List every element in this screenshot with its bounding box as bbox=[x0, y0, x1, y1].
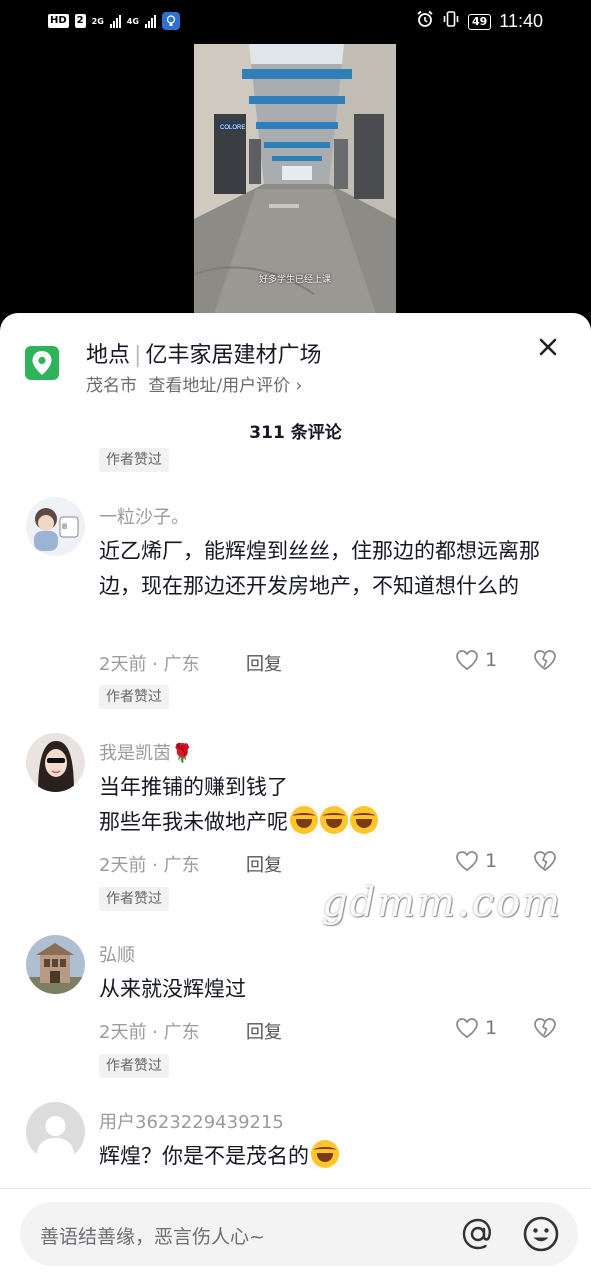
smiley-icon bbox=[523, 1216, 559, 1252]
signal-icon bbox=[144, 14, 156, 28]
comment-meta: 2天前 · 广东 bbox=[99, 1022, 200, 1043]
laughing-crying-emoji-icon bbox=[311, 1140, 339, 1168]
comment-time: 2天前 bbox=[99, 1022, 147, 1043]
comment-text: 当年推铺的赚到钱了 那些年我未做地产呢 bbox=[99, 770, 559, 840]
heart-icon bbox=[456, 1018, 478, 1039]
dislike-button[interactable] bbox=[533, 850, 557, 876]
avatar[interactable]: 圆 bbox=[26, 497, 85, 556]
avatar[interactable] bbox=[26, 935, 85, 994]
comment-input[interactable]: 善语结善缘，恶言伤人心~ bbox=[40, 1222, 265, 1249]
signal-icon bbox=[109, 14, 121, 28]
reply-button[interactable]: 回复 bbox=[246, 1018, 282, 1044]
watermark: gdmm.com bbox=[322, 880, 563, 926]
comment-region: 广东 bbox=[163, 654, 200, 675]
laughing-crying-emoji-icon bbox=[350, 806, 378, 834]
avatar[interactable] bbox=[26, 1102, 85, 1161]
comment-username[interactable]: 一粒沙子。 bbox=[99, 503, 189, 529]
location-title[interactable]: 地点 | 亿丰家居建材广场 bbox=[86, 337, 321, 369]
like-button[interactable]: 1 bbox=[455, 850, 497, 872]
location-pin-icon bbox=[25, 346, 59, 380]
like-count: 1 bbox=[485, 649, 498, 671]
emoji-button[interactable] bbox=[522, 1215, 560, 1257]
like-count: 1 bbox=[485, 850, 498, 872]
close-button[interactable] bbox=[534, 333, 562, 361]
author-liked-badge: 作者赞过 bbox=[99, 685, 169, 709]
comment-region: 广东 bbox=[163, 855, 200, 876]
at-icon bbox=[462, 1218, 491, 1250]
comment-username[interactable]: 我是凯茵🌹 bbox=[99, 739, 193, 765]
comment-username[interactable]: 弘顺 bbox=[99, 941, 135, 967]
comment-input-bar[interactable]: 善语结善缘，恶言伤人心~ bbox=[20, 1202, 578, 1266]
store-sign: COLORE bbox=[220, 125, 245, 131]
comment-text-line: 那些年我未做地产呢 bbox=[99, 805, 559, 840]
location-city: 茂名市 bbox=[86, 376, 137, 396]
dislike-button[interactable] bbox=[533, 649, 557, 675]
author-liked-badge: 作者赞过 bbox=[99, 887, 169, 911]
laughing-crying-emoji-icon bbox=[320, 806, 348, 834]
vibrate-icon bbox=[442, 10, 460, 33]
author-liked-badge: 作者赞过 bbox=[99, 448, 169, 472]
view-address-link[interactable]: 查看地址/用户评价 › bbox=[148, 376, 302, 396]
heart-icon bbox=[456, 851, 478, 872]
comment-meta: 2天前 · 广东 bbox=[99, 654, 200, 675]
heart-icon bbox=[456, 650, 478, 671]
sim-indicator: 2 bbox=[74, 14, 86, 28]
mention-button[interactable] bbox=[460, 1216, 496, 1260]
battery-icon: 49 bbox=[467, 13, 492, 30]
comment-text: 辉煌？你是不是茂名的 bbox=[99, 1139, 559, 1174]
like-button[interactable]: 1 bbox=[455, 1017, 497, 1039]
network-type-2: 4G bbox=[126, 16, 139, 26]
network-type-1: 2G bbox=[91, 16, 104, 26]
clock: 11:40 bbox=[499, 11, 543, 31]
like-button[interactable]: 1 bbox=[455, 649, 497, 671]
avatar[interactable] bbox=[26, 733, 85, 792]
location-subtitle[interactable]: 茂名市 查看地址/用户评价 › bbox=[86, 371, 302, 396]
like-count: 1 bbox=[485, 1017, 498, 1039]
bulb-icon bbox=[161, 12, 180, 30]
location-name: 亿丰家居建材广场 bbox=[145, 343, 322, 368]
comment-time: 2天前 bbox=[99, 654, 147, 675]
broken-heart-icon bbox=[534, 650, 556, 671]
svg-text:圆: 圆 bbox=[62, 524, 67, 530]
broken-heart-icon bbox=[534, 851, 556, 872]
dislike-button[interactable] bbox=[533, 1017, 557, 1043]
comment-region: 广东 bbox=[163, 1022, 200, 1043]
location-label: 地点 bbox=[86, 343, 131, 368]
video-subtitle: 好多学生已经上课 bbox=[258, 275, 331, 285]
title-separator: | bbox=[134, 343, 142, 368]
comment-time: 2天前 bbox=[99, 855, 147, 876]
laughing-crying-emoji-icon bbox=[290, 806, 318, 834]
close-icon bbox=[539, 338, 557, 356]
comment-text: 近乙烯厂，能辉煌到丝丝，住那边的都想远离那边，现在那边还开发房地产，不知道想什么… bbox=[99, 539, 540, 598]
author-liked-badge: 作者赞过 bbox=[99, 1054, 169, 1078]
input-divider bbox=[0, 1188, 591, 1189]
broken-heart-icon bbox=[534, 1018, 556, 1039]
comment-meta: 2天前 · 广东 bbox=[99, 855, 200, 876]
comments-sheet: 地点 | 亿丰家居建材广场 茂名市 查看地址/用户评价 › 311 条评论 作者赞过… bbox=[0, 313, 591, 1280]
reply-button[interactable]: 回复 bbox=[246, 851, 282, 877]
comment-username[interactable]: 用户3623229439215 bbox=[99, 1108, 284, 1134]
alarm-icon bbox=[416, 10, 434, 33]
video-player[interactable]: COLORE 好多学生已经上课 bbox=[194, 44, 396, 314]
reply-button[interactable]: 回复 bbox=[246, 650, 282, 676]
status-bar: HD 2 2G 4G 49 11:40 bbox=[0, 0, 591, 44]
comments-count: 311 条评论 bbox=[249, 423, 342, 443]
comment-text-line: 当年推铺的赚到钱了 bbox=[99, 775, 288, 799]
comment-text: 从来就没辉煌过 bbox=[99, 977, 246, 1001]
hd-indicator: HD bbox=[48, 14, 69, 28]
